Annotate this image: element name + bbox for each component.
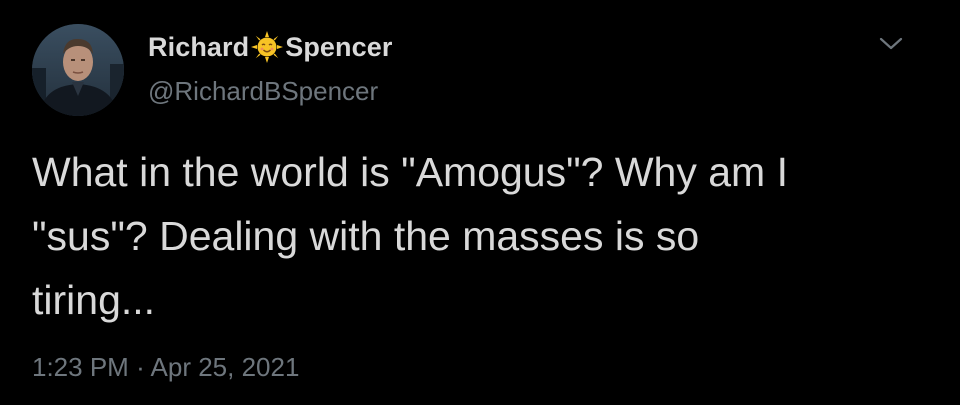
sun-with-face-icon [251, 31, 284, 63]
tweet-text-line-1: What in the world is "Amogus"? Why am I [32, 149, 788, 195]
display-name-row[interactable]: Richard Spencer [148, 30, 392, 64]
tweet-text-line-3: tiring... [32, 277, 156, 323]
user-handle[interactable]: @RichardBSpencer [148, 76, 378, 107]
chevron-down-icon[interactable] [876, 32, 906, 56]
tweet-time[interactable]: 1:23 PM [32, 352, 129, 382]
tweet-text: What in the world is "Amogus"? Why am I … [32, 140, 932, 332]
tweet-timestamp[interactable]: 1:23 PM · Apr 25, 2021 [32, 352, 299, 383]
avatar-image [32, 24, 124, 116]
tweet-text-line-2: "sus"? Dealing with the masses is so [32, 213, 700, 259]
timestamp-separator: · [136, 352, 145, 382]
display-name-first[interactable]: Richard [148, 32, 249, 63]
tweet-date[interactable]: Apr 25, 2021 [151, 352, 300, 382]
tweet-card: Richard Spencer @RichardBSpencer What in… [0, 0, 960, 405]
display-name-last[interactable]: Spencer [285, 32, 392, 63]
avatar[interactable] [32, 24, 124, 116]
